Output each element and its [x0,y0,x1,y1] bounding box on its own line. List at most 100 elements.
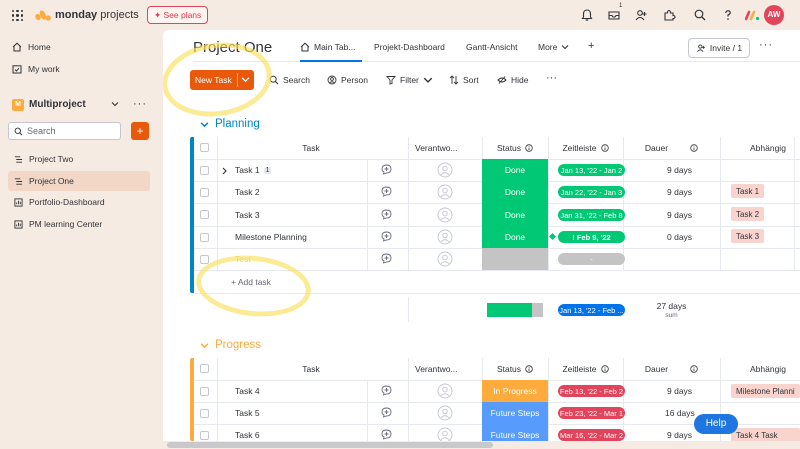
empty-person-icon[interactable] [437,427,453,441]
sidebar-home[interactable]: Home [12,42,51,52]
workspace-more-button[interactable]: ··· [133,98,147,110]
empty-person-icon[interactable] [437,184,453,200]
invite-members-icon[interactable] [634,8,648,22]
info-icon[interactable] [525,144,533,152]
status-cell[interactable]: Done [482,159,548,181]
task-name[interactable]: Task 4 [235,380,260,402]
search-tool[interactable]: Search [269,75,310,85]
status-cell[interactable]: In Progress [482,380,548,402]
see-plans-button[interactable]: ✦ See plans [147,6,209,24]
add-view-button[interactable]: + [588,40,594,52]
chevron-down-icon[interactable] [111,100,119,108]
conversation-add-icon[interactable] [381,164,392,175]
row-checkbox[interactable] [200,387,209,396]
column-header-status[interactable]: Status [482,358,548,380]
sidebar-my-work[interactable]: My work [12,64,60,74]
row-checkbox[interactable] [200,409,209,418]
help-question-icon[interactable] [721,8,735,22]
dependency-tag[interactable]: Task 1 [731,184,765,198]
monday-product-switcher-icon[interactable] [745,9,760,21]
horizontal-scrollbar[interactable] [167,442,493,448]
column-header-dependency[interactable]: Abhängig [750,358,800,380]
row-checkbox[interactable] [200,255,209,264]
empty-person-icon[interactable] [437,207,453,223]
conversation-add-icon[interactable] [381,253,392,264]
task-name[interactable]: Task 1 1 [235,159,272,181]
search-icon[interactable] [693,8,707,22]
chevron-right-icon[interactable] [221,167,228,175]
conversation-add-icon[interactable] [381,231,392,242]
invite-button[interactable]: Invite / 1 [688,38,750,58]
timeline-bar[interactable]: Jan 31, '22 - Feb 8 [558,209,625,221]
dependency-tag[interactable]: Milestone Planni [731,384,800,398]
task-name[interactable]: Task 5 [235,402,260,424]
group-header-planning[interactable]: Planning [200,118,260,130]
conversation-add-icon[interactable] [381,385,392,396]
row-checkbox[interactable] [200,188,209,197]
info-icon[interactable] [525,365,533,373]
task-name[interactable]: Task 2 [235,181,260,203]
info-icon[interactable] [690,365,698,373]
toolbar-more-button[interactable]: ··· [546,72,557,84]
empty-person-icon[interactable] [437,383,453,399]
timeline-bar[interactable]: - [558,253,625,265]
column-header-duration[interactable]: Dauer [623,137,720,159]
column-header-status[interactable]: Status [482,137,548,159]
task-name[interactable]: Milestone Planning [235,226,307,248]
column-header-owner[interactable]: Verantwo... [408,358,482,380]
status-cell[interactable] [482,248,548,270]
tab-projekt-dashboard[interactable]: Projekt-Dashboard [374,42,445,52]
status-cell[interactable]: Done [482,181,548,203]
column-header-dependency[interactable]: Abhängig [750,137,800,159]
sort-tool[interactable]: Sort [449,75,479,85]
tab-more[interactable]: More [538,42,569,52]
select-all-checkbox[interactable] [200,143,209,152]
workspace-name[interactable]: Multiproject [29,99,86,110]
task-name[interactable]: Task 3 [235,203,260,226]
timeline-bar[interactable]: Feb 13, '22 - Feb 2 [558,385,625,397]
timeline-bar[interactable]: ! Feb 9, '22 [558,231,625,243]
row-checkbox[interactable] [200,431,209,440]
column-header-task[interactable]: Task [222,358,400,380]
inbox-icon[interactable] [607,8,621,22]
conversation-add-icon[interactable] [381,429,392,440]
row-checkbox[interactable] [200,210,209,219]
info-icon[interactable] [690,144,698,152]
sidebar-item-project-two[interactable]: Project Two [8,149,150,169]
empty-person-icon[interactable] [437,162,453,178]
dependency-tag[interactable]: Task 4 Task [731,428,800,441]
integrations-puzzle-icon[interactable] [662,8,676,22]
hide-tool[interactable]: Hide [497,75,528,85]
tab-main-table[interactable]: Main Tab... [300,42,355,52]
status-cell[interactable]: Future Steps [482,402,548,424]
person-filter[interactable]: Person [327,75,368,85]
dependency-tag[interactable]: Task 3 [731,229,765,243]
dependency-tag[interactable]: Task 2 [731,207,765,221]
sidebar-search-input[interactable]: Search [8,122,121,140]
info-icon[interactable] [600,144,609,152]
help-button[interactable]: Help [694,414,738,434]
timeline-bar[interactable]: Mar 16, '22 - Mar 2 [558,429,625,441]
column-header-duration[interactable]: Dauer [623,358,720,380]
status-cell[interactable]: Future Steps [482,424,548,441]
column-header-timeline[interactable]: Zeitleiste [548,358,623,380]
filter-tool[interactable]: Filter [386,75,433,85]
group-header-progress[interactable]: Progress [200,339,261,351]
timeline-bar[interactable]: Jan 13, '22 - Jan 2 [558,164,625,176]
select-all-checkbox[interactable] [200,364,209,373]
column-header-task[interactable]: Task [222,137,400,159]
conversation-add-icon[interactable] [381,209,392,220]
sidebar-add-button[interactable]: + [131,122,149,140]
conversation-add-icon[interactable] [381,186,392,197]
column-header-owner[interactable]: Verantwo... [408,137,482,159]
empty-person-icon[interactable] [437,405,453,421]
timeline-bar[interactable]: Feb 23, '22 - Mar 1 [558,407,625,419]
row-checkbox[interactable] [200,166,209,175]
subitems-count-badge[interactable]: 1 [263,166,272,174]
sidebar-item-portfolio-dashboard[interactable]: Portfolio-Dashboard [8,192,150,212]
info-icon[interactable] [600,365,609,373]
status-cell[interactable]: Done [482,203,548,226]
timeline-bar[interactable]: Jan 22, '22 - Jan 3 [558,186,625,198]
row-checkbox[interactable] [200,233,209,242]
task-name[interactable]: Task 6 [235,424,260,441]
